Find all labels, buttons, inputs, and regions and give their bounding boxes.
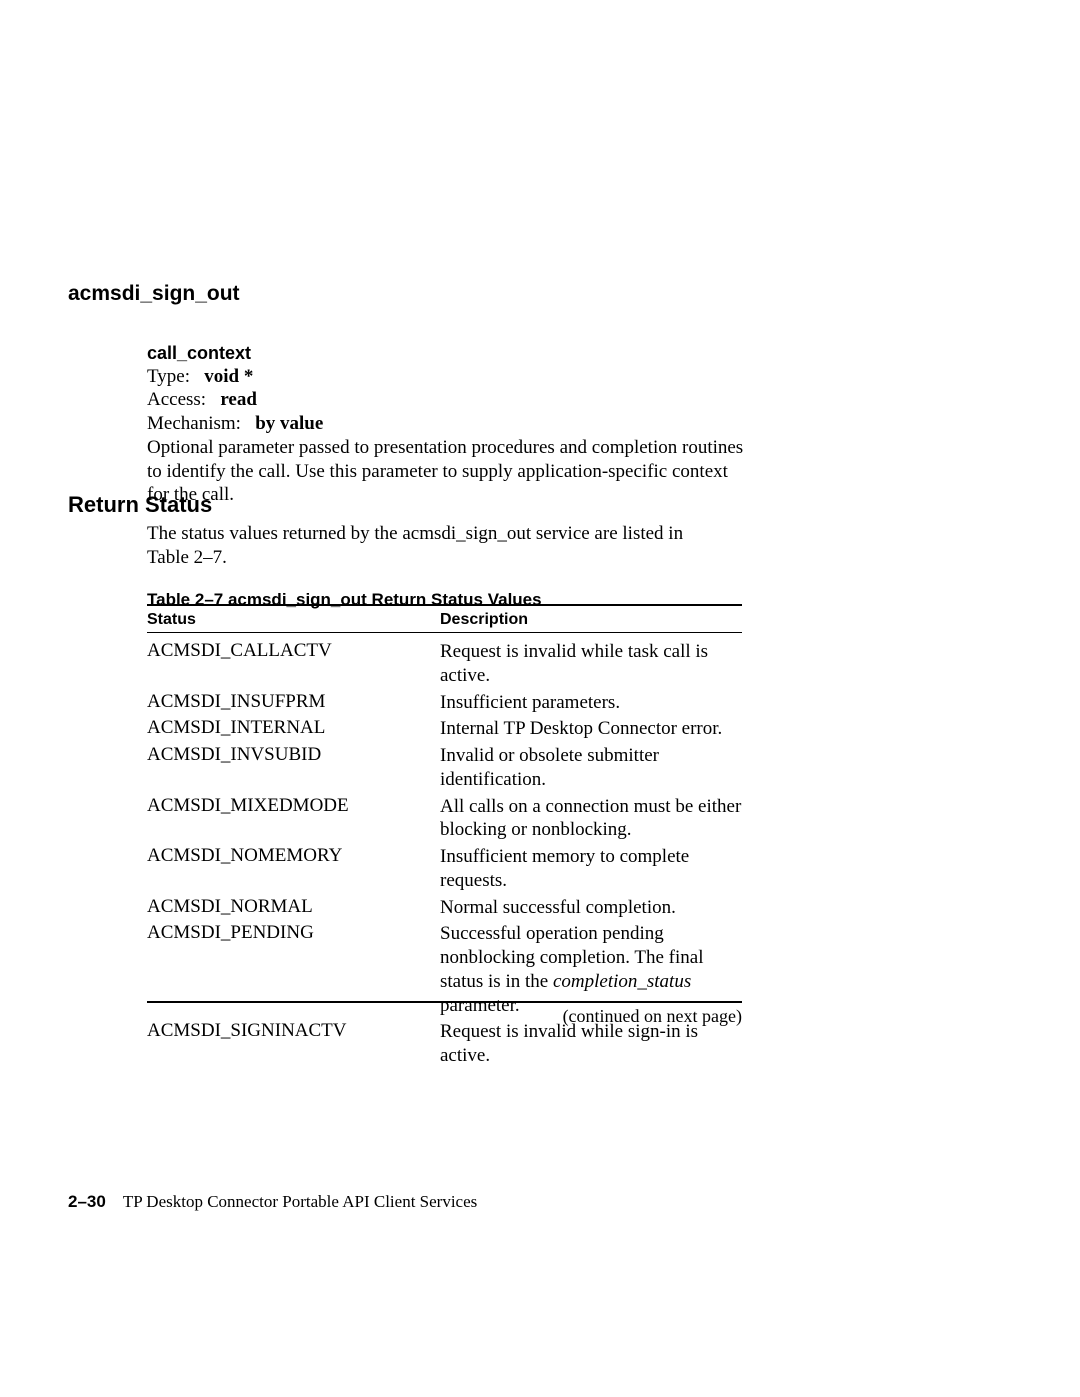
param-access: Access: read xyxy=(147,388,767,412)
table-header-description: Description xyxy=(440,611,528,629)
section-heading-return-status: Return Status xyxy=(68,492,212,518)
desc-italic: completion_status xyxy=(553,971,691,992)
desc-cell: All calls on a connection must be either… xyxy=(440,795,742,843)
desc-cell: Insufficient memory to complete requests… xyxy=(440,845,742,893)
param-type-value: void * xyxy=(204,366,253,387)
desc-cell: Internal TP Desktop Connector error. xyxy=(440,717,742,741)
desc-cell: Normal successful completion. xyxy=(440,896,742,920)
status-cell: ACMSDI_INSUFPRM xyxy=(147,691,440,713)
desc-cell: Request is invalid while sign-in is acti… xyxy=(440,1020,742,1068)
page-footer: 2–30 TP Desktop Connector Portable API C… xyxy=(68,1192,477,1212)
param-mechanism-value: by value xyxy=(255,413,323,434)
table-row: ACMSDI_INVSUBID Invalid or obsolete subm… xyxy=(147,744,742,792)
table-row: ACMSDI_SIGNINACTV Request is invalid whi… xyxy=(147,1020,742,1068)
desc-cell: Invalid or obsolete submitter identifica… xyxy=(440,744,742,792)
table-row: ACMSDI_NORMAL Normal successful completi… xyxy=(147,896,742,920)
table-row: ACMSDI_MIXEDMODE All calls on a connecti… xyxy=(147,795,742,843)
table-bottom-rule xyxy=(147,1001,742,1003)
table-row: ACMSDI_PENDING Successful operation pend… xyxy=(147,922,742,1017)
table-caption: Table 2–7 acmsdi_sign_out Return Status … xyxy=(147,590,542,610)
return-status-line: The status values returned by the acmsdi… xyxy=(147,522,742,546)
status-cell: ACMSDI_NORMAL xyxy=(147,896,440,918)
page-number: 2–30 xyxy=(68,1192,106,1211)
space xyxy=(246,413,251,434)
table-head-rule xyxy=(147,632,742,633)
space xyxy=(211,389,216,410)
desc-cell: Request is invalid while task call is ac… xyxy=(440,640,742,688)
param-mechanism-label: Mechanism: xyxy=(147,413,241,434)
parameter-block: call_context Type: void * Access: read M… xyxy=(147,342,767,507)
param-type-label: Type: xyxy=(147,366,190,387)
param-mechanism: Mechanism: by value xyxy=(147,412,767,436)
param-name: call_context xyxy=(147,342,767,365)
desc-cell: Insufficient parameters. xyxy=(440,691,742,715)
table-row: ACMSDI_INTERNAL Internal TP Desktop Conn… xyxy=(147,717,742,741)
status-cell: ACMSDI_MIXEDMODE xyxy=(147,795,440,817)
table-header-status: Status xyxy=(147,611,196,629)
table-row: ACMSDI_NOMEMORY Insufficient memory to c… xyxy=(147,845,742,893)
table-row: ACMSDI_CALLACTV Request is invalid while… xyxy=(147,640,742,688)
running-head: acmsdi_sign_out xyxy=(68,282,240,306)
status-cell: ACMSDI_INTERNAL xyxy=(147,717,440,739)
table-top-rule xyxy=(147,604,742,606)
return-status-line: Table 2–7. xyxy=(147,546,742,570)
space xyxy=(110,1192,119,1211)
param-desc-line: for the call. xyxy=(147,483,767,507)
status-cell: ACMSDI_NOMEMORY xyxy=(147,845,440,867)
return-status-paragraph: The status values returned by the acmsdi… xyxy=(147,522,742,571)
status-cell: ACMSDI_CALLACTV xyxy=(147,640,440,662)
param-access-value: read xyxy=(220,389,257,410)
param-access-label: Access: xyxy=(147,389,206,410)
param-type: Type: void * xyxy=(147,365,767,389)
desc-cell: Successful operation pending nonblocking… xyxy=(440,922,742,1017)
param-desc-line: Optional parameter passed to presentatio… xyxy=(147,436,767,460)
status-cell: ACMSDI_PENDING xyxy=(147,922,440,944)
status-cell: ACMSDI_INVSUBID xyxy=(147,744,440,766)
table-continued-note: (continued on next page) xyxy=(147,1006,742,1027)
table-row: ACMSDI_INSUFPRM Insufficient parameters. xyxy=(147,691,742,715)
param-desc-line: to identify the call. Use this parameter… xyxy=(147,460,767,484)
footer-title: TP Desktop Connector Portable API Client… xyxy=(123,1192,477,1211)
space xyxy=(195,366,200,387)
